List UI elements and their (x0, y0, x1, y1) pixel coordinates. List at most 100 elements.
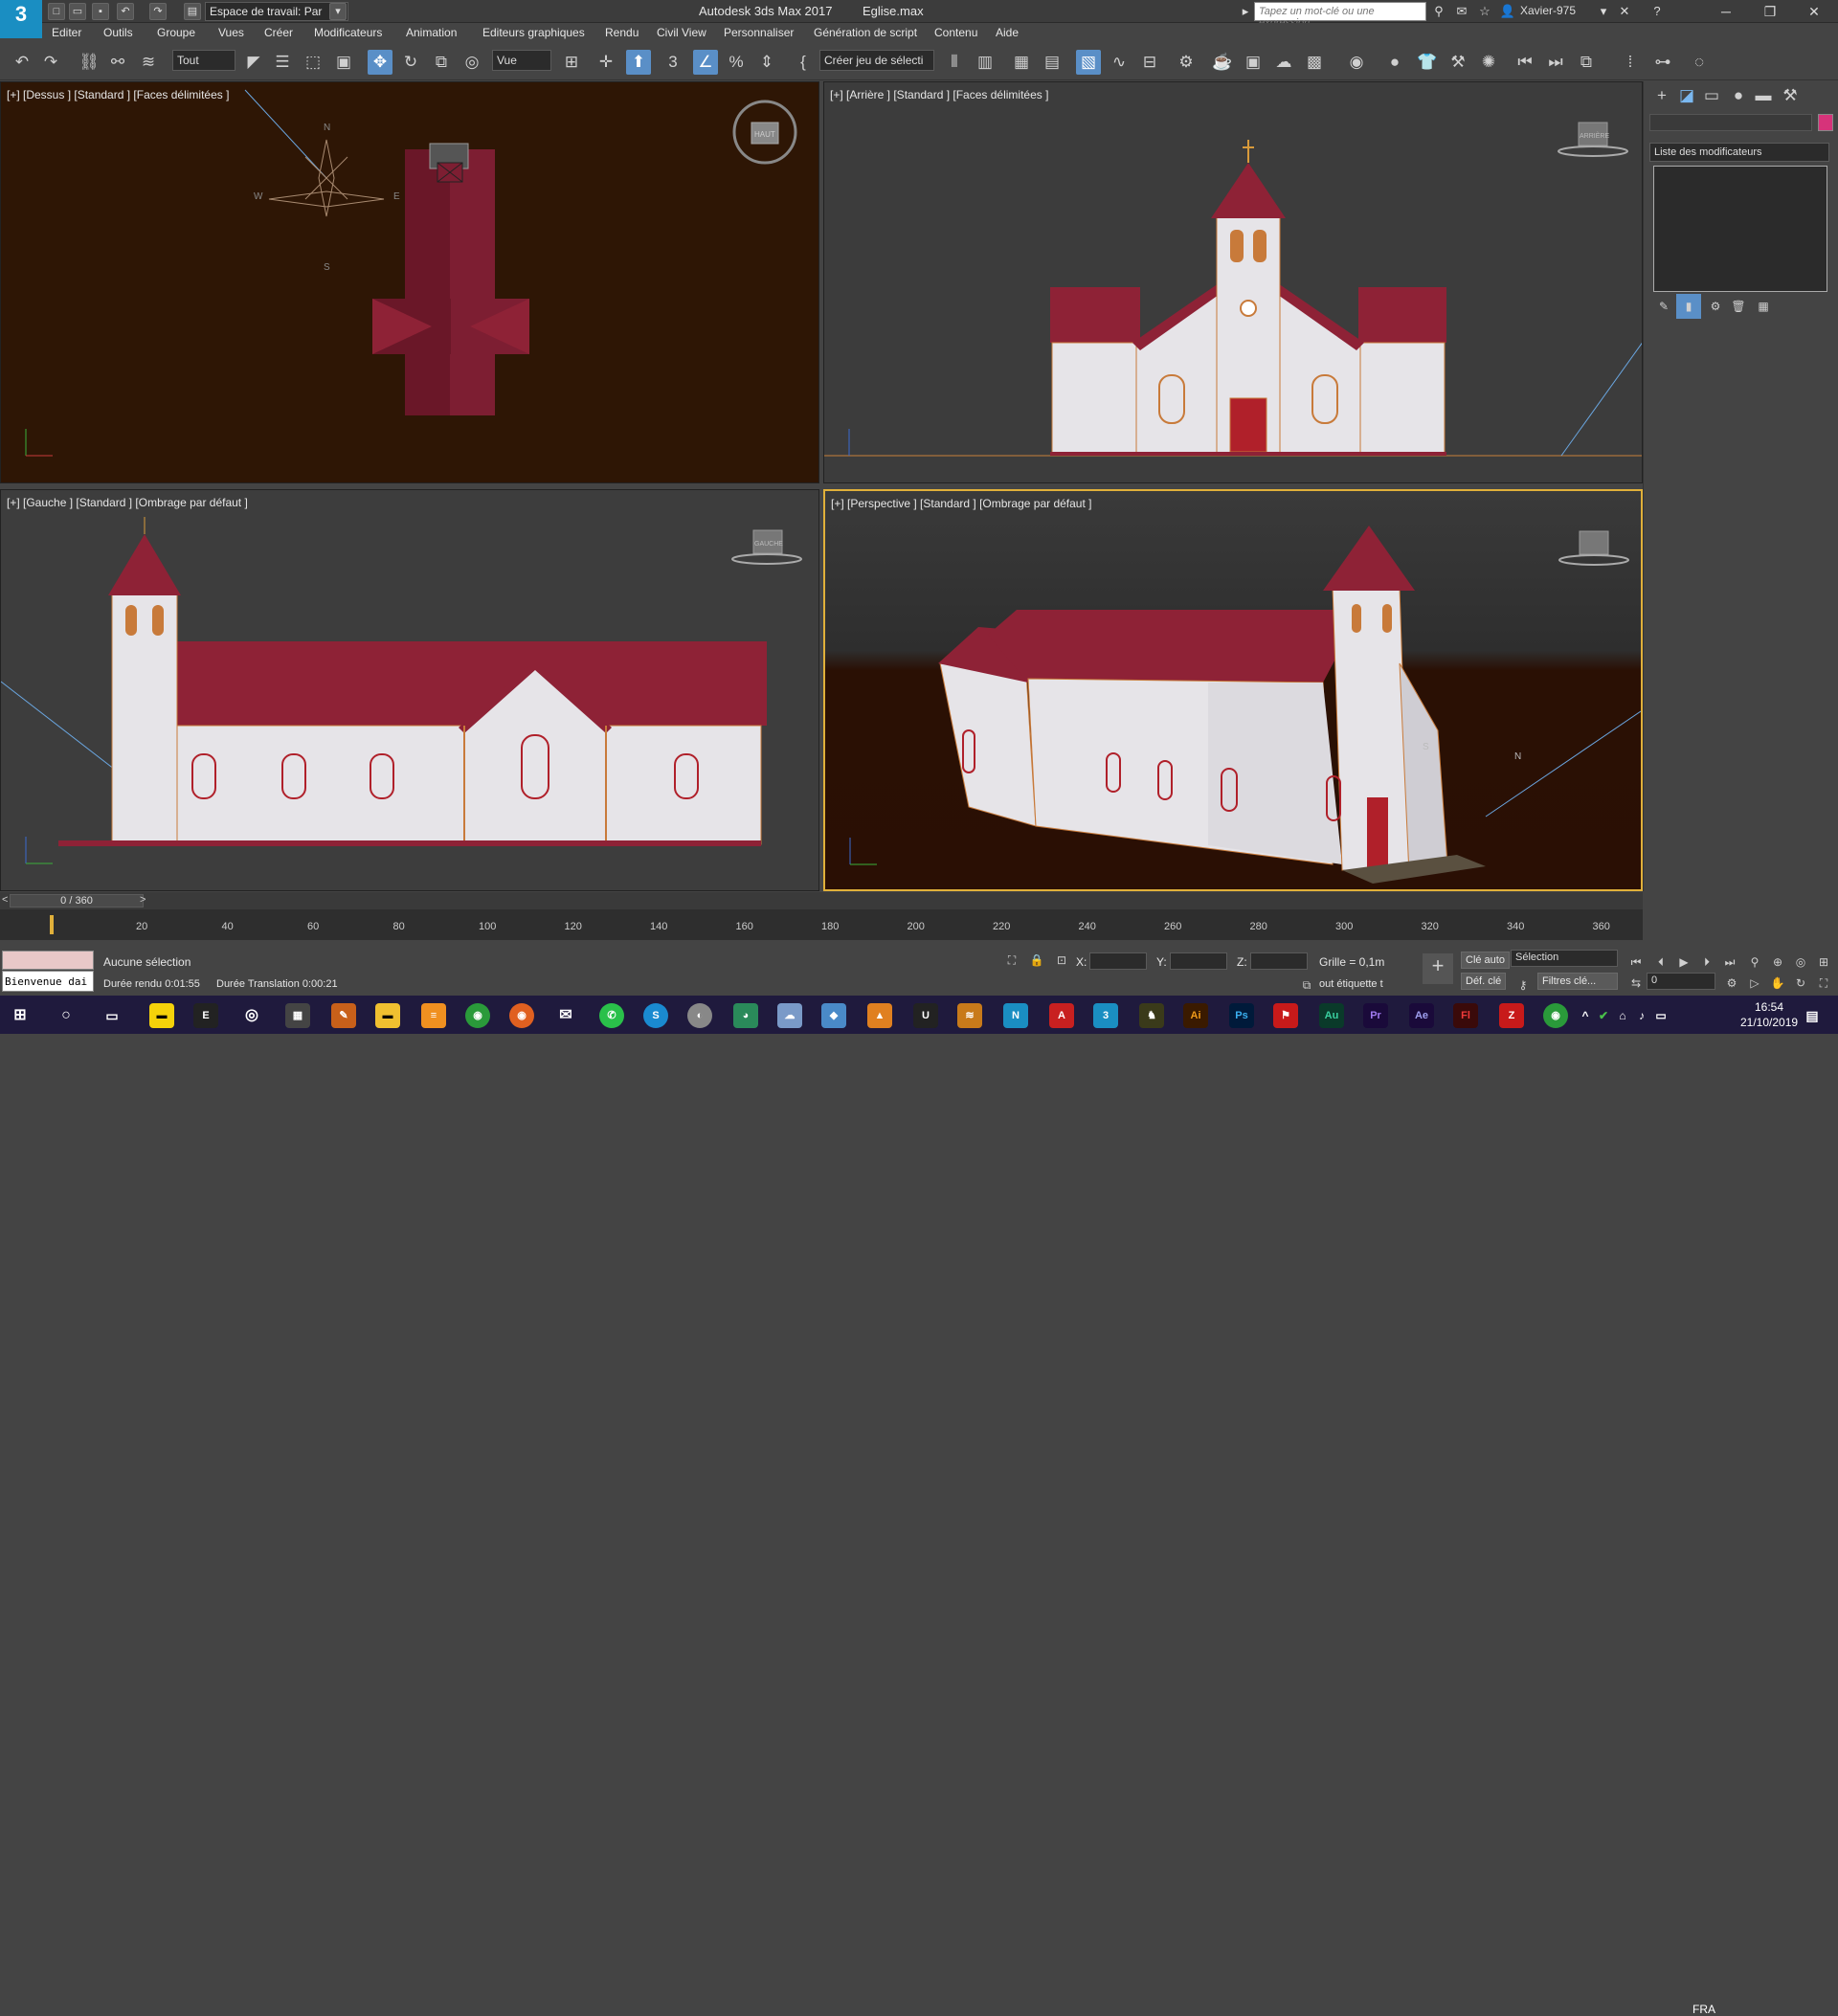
previous-frame-icon[interactable]: ⏴ (1648, 950, 1673, 974)
start-icon[interactable]: ⊞ (8, 1003, 33, 1028)
tray-check-icon[interactable]: ✔ (1595, 1003, 1612, 1028)
ruler-icon[interactable]: ⊶ (1650, 50, 1675, 75)
particle-icon[interactable]: ✺ (1476, 50, 1501, 75)
current-frame-input[interactable]: 0 (1647, 973, 1715, 990)
whatsapp-icon[interactable]: ✆ (599, 1003, 624, 1028)
menu-aide[interactable]: Aide (996, 26, 1019, 39)
make-unique-icon[interactable]: ⚙ (1703, 294, 1728, 319)
set-key-big-icon[interactable]: + (1423, 953, 1453, 984)
app-figure-icon[interactable]: ♞ (1139, 1003, 1164, 1028)
menu-contenu[interactable]: Contenu (934, 26, 977, 39)
taskbar-clock[interactable]: 16:54 21/10/2019 (1740, 999, 1798, 1030)
3dsmax-icon[interactable]: 3 (1093, 1003, 1118, 1028)
sphere-icon[interactable]: ● (1382, 50, 1407, 75)
restore-icon[interactable]: ❐ (1748, 0, 1792, 23)
after-effects-icon[interactable]: Ae (1409, 1003, 1434, 1028)
remove-modifier-icon[interactable]: 🗑 (1726, 294, 1751, 319)
menu-editer[interactable]: Editer (52, 26, 81, 39)
play-icon[interactable]: ▶ (1671, 950, 1696, 974)
star-icon[interactable]: ☆ (1476, 3, 1493, 20)
undo-icon[interactable]: ↶ (10, 50, 34, 75)
menu-animation[interactable]: Animation (406, 26, 457, 39)
communication-icon[interactable]: ✉ (1453, 3, 1470, 20)
project-icon[interactable]: ▤ (184, 3, 201, 20)
search-input[interactable]: Tapez un mot-clé ou une expression (1254, 2, 1426, 29)
bind-spacewarp-icon[interactable]: ≋ (136, 50, 161, 75)
user-icon[interactable]: 👤 (1499, 3, 1516, 20)
mirror-icon[interactable]: ⫴ (942, 50, 967, 75)
redo-icon[interactable]: ↷ (149, 3, 167, 20)
x-coord-input[interactable] (1089, 952, 1147, 970)
sticky-notes-icon[interactable]: ▬ (149, 1003, 174, 1028)
firefox-icon[interactable]: ◉ (509, 1003, 534, 1028)
help-icon[interactable]: ? (1648, 3, 1666, 20)
viewport-left[interactable]: [+] [Gauche ] [Standard ] [Ombrage par d… (0, 489, 819, 891)
frame-back-icon[interactable]: ⏮ (1513, 50, 1537, 75)
close-icon[interactable]: ✕ (1792, 0, 1836, 23)
time-config-icon[interactable]: ⚙ (1719, 971, 1744, 996)
viewport-top[interactable]: [+] [Dessus ] [Standard ] [Faces délimit… (0, 81, 819, 483)
globe-icon[interactable]: ◕ (733, 1003, 758, 1028)
menu-civil-view[interactable]: Civil View (657, 26, 706, 39)
orbit-icon[interactable]: ↻ (1788, 971, 1813, 996)
select-by-name-icon[interactable]: ☰ (270, 50, 295, 75)
tray-monitor-icon[interactable]: ▭ (1652, 1003, 1670, 1028)
search-arrow-icon[interactable]: ▸ (1237, 3, 1254, 20)
key-mode-dropdown[interactable]: Sélection (1511, 950, 1618, 967)
scene-explorer-icon[interactable]: ▤ (1040, 50, 1065, 75)
menu-modificateurs[interactable]: Modificateurs (314, 26, 382, 39)
configure-sets-icon[interactable]: ▦ (1751, 294, 1776, 319)
premiere-icon[interactable]: Pr (1363, 1003, 1388, 1028)
angle-snap-icon[interactable]: ∠ (693, 50, 718, 75)
object-name-field[interactable] (1649, 114, 1812, 131)
place-icon[interactable]: ◎ (460, 50, 484, 75)
set-key-button[interactable]: Déf. clé (1461, 973, 1507, 990)
move-icon[interactable]: ✥ (368, 50, 392, 75)
calculator-icon[interactable]: ▦ (285, 1003, 310, 1028)
key-mode-icon[interactable]: ⚷ (1511, 973, 1535, 997)
undo-icon[interactable]: ↶ (117, 3, 134, 20)
scale-icon[interactable]: ⧉ (429, 50, 454, 75)
pan-icon[interactable]: ✋ (1765, 971, 1790, 996)
paint-app-icon[interactable]: ✎ (331, 1003, 356, 1028)
cloud-icon[interactable]: ☁ (777, 1003, 802, 1028)
unreal-icon[interactable]: U (913, 1003, 938, 1028)
curve-editor-icon[interactable]: ∿ (1107, 50, 1132, 75)
rotate-icon[interactable]: ↻ (398, 50, 423, 75)
sublime-icon[interactable]: ≡ (421, 1003, 446, 1028)
tool-icon[interactable]: ⚒ (1446, 50, 1470, 75)
chrome-icon[interactable]: ◉ (465, 1003, 490, 1028)
viewport-back[interactable]: [+] [Arrière ] [Standard ] [Faces délimi… (823, 81, 1643, 483)
menu-outils[interactable]: Outils (103, 26, 133, 39)
app-orange-icon[interactable]: ≋ (957, 1003, 982, 1028)
file-explorer-icon[interactable]: ▬ (375, 1003, 400, 1028)
pivot-icon[interactable]: ⊞ (559, 50, 584, 75)
workspace-dropdown[interactable]: Espace de travail: Par (205, 2, 348, 21)
unlink-icon[interactable]: ⚯ (105, 50, 130, 75)
render-frames-icon[interactable]: ⧉ (1574, 50, 1599, 75)
add-time-tag-icon[interactable]: ⧉ (1294, 973, 1319, 997)
cortana-icon[interactable]: ○ (54, 1003, 78, 1028)
open-file-icon[interactable]: ▭ (69, 3, 86, 20)
add-time-tag[interactable]: out étiquette t (1319, 978, 1383, 990)
ref-coord-dropdown[interactable]: Vue (492, 50, 551, 71)
show-end-result-icon[interactable]: ▮ (1676, 294, 1701, 319)
snap-3d-icon[interactable]: 3 (661, 50, 685, 75)
render-setup-icon[interactable]: ☕ (1210, 50, 1235, 75)
manipulate-icon[interactable]: ✛ (594, 50, 618, 75)
minimize-icon[interactable]: ─ (1704, 0, 1748, 23)
menu-creer[interactable]: Créer (264, 26, 293, 39)
autocad-icon[interactable]: A (1049, 1003, 1074, 1028)
named-selection-dropdown[interactable]: Créer jeu de sélecti (819, 50, 934, 71)
language-indicator[interactable]: FRA (1692, 2003, 1715, 2016)
redo-icon[interactable]: ↷ (38, 50, 63, 75)
rect-selection-icon[interactable]: ⬚ (301, 50, 325, 75)
time-next-icon[interactable]: > (140, 894, 146, 906)
create-tab-icon[interactable]: + (1649, 83, 1674, 108)
modify-tab-icon[interactable]: ◪ (1674, 83, 1699, 108)
exchange-icon[interactable]: ✕ (1616, 3, 1633, 20)
flash-icon[interactable]: Fl (1453, 1003, 1478, 1028)
time-slider[interactable] (0, 892, 1643, 909)
object-color-swatch[interactable] (1818, 114, 1833, 131)
material-editor-icon[interactable]: ⚙ (1174, 50, 1199, 75)
